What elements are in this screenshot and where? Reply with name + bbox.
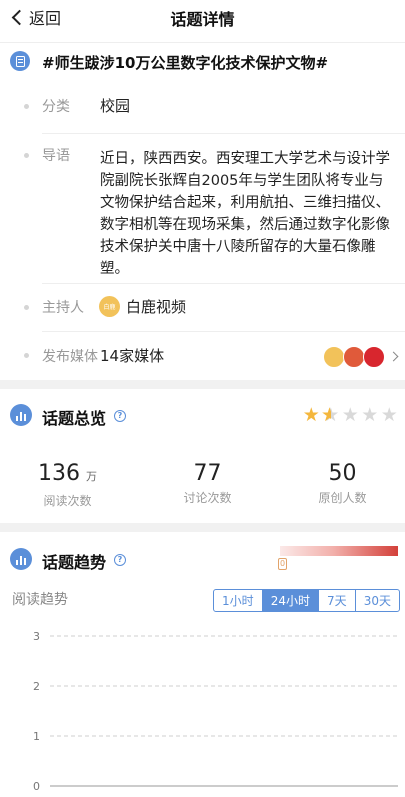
media-logo (343, 346, 365, 368)
heat-marker: 0 (278, 558, 287, 570)
reading-trend-chart: 0 1 2 3 (33, 630, 398, 793)
y-tick-label: 3 (33, 630, 40, 643)
host-avatar[interactable]: 白鹿 (99, 296, 120, 317)
stat-creators: 50 原创人数 (275, 459, 405, 506)
section-divider (0, 380, 405, 389)
tab-24-hours[interactable]: 24小时 (261, 590, 319, 611)
overview-title: 话题总览 (42, 409, 107, 428)
topic-header: #师生跋涉10万公里数字化技术保护文物# (0, 42, 405, 78)
help-icon[interactable]: ? (114, 554, 126, 566)
tab-7-days[interactable]: 7天 (318, 590, 355, 611)
stat-unit: 万 (86, 470, 97, 483)
trend-title: 话题趋势 (42, 553, 107, 572)
y-tick-label: 1 (33, 730, 40, 743)
y-tick-label: 2 (33, 680, 40, 693)
media-logos (323, 346, 385, 368)
stat-label: 阅读次数 (43, 494, 92, 508)
rating-stars: ★ ★ ★ ★ ★ (302, 404, 400, 426)
tab-1-hour[interactable]: 1小时 (214, 590, 262, 611)
category-label: 分类 (42, 99, 70, 115)
star-icon: ★ (361, 404, 379, 426)
heat-bar (280, 546, 398, 556)
media-value: 14家媒体 (100, 347, 165, 365)
help-icon[interactable]: ? (114, 410, 126, 422)
document-icon (10, 51, 30, 71)
media-logo (363, 346, 385, 368)
media-logo (323, 346, 345, 368)
stats-row: 136 万 阅读次数 77 讨论次数 50 原创人数 (0, 459, 405, 519)
bar-chart-icon (10, 548, 32, 570)
stat-value: 50 (328, 461, 357, 486)
bar-chart-icon (10, 404, 32, 426)
host-row: 主持人 白鹿视频 (0, 284, 405, 332)
y-tick-label: 0 (33, 780, 40, 793)
bullet-dot-icon (24, 153, 29, 158)
page-title: 话题详情 (170, 10, 235, 29)
stat-label: 原创人数 (318, 491, 367, 505)
category-row: 分类 校园 (0, 78, 405, 134)
bullet-dot-icon (24, 104, 29, 109)
guide-text: 近日，陕西西安。西安理工大学艺术与设计学院副院长张辉自2005年与学生团队将专业… (100, 151, 390, 277)
star-icon: ★ (302, 404, 320, 426)
section-divider (0, 523, 405, 532)
stat-value: 136 (38, 461, 80, 486)
stat-reads: 136 万 阅读次数 (0, 459, 135, 509)
stat-discussions: 77 讨论次数 (140, 459, 275, 506)
range-tabs: 1小时 24小时 7天 30天 (213, 589, 400, 612)
stat-label: 讨论次数 (183, 491, 232, 505)
stat-value: 77 (193, 461, 222, 486)
media-label: 发布媒体 (42, 349, 98, 365)
nav-bar: 返回 话题详情 (0, 0, 405, 34)
star-icon: ★ (380, 404, 398, 426)
chart-label: 阅读趋势 (12, 592, 68, 608)
topic-title: #师生跋涉10万公里数字化技术保护文物# (42, 54, 329, 72)
guide-label: 导语 (42, 148, 70, 164)
bullet-dot-icon (24, 353, 29, 358)
star-icon: ★ (341, 404, 359, 426)
category-value: 校园 (100, 97, 131, 115)
tab-30-days[interactable]: 30天 (354, 590, 399, 611)
star-icon: ★ (321, 404, 341, 426)
host-label: 主持人 (42, 300, 84, 316)
bullet-dot-icon (24, 305, 29, 310)
host-name[interactable]: 白鹿视频 (126, 296, 186, 317)
